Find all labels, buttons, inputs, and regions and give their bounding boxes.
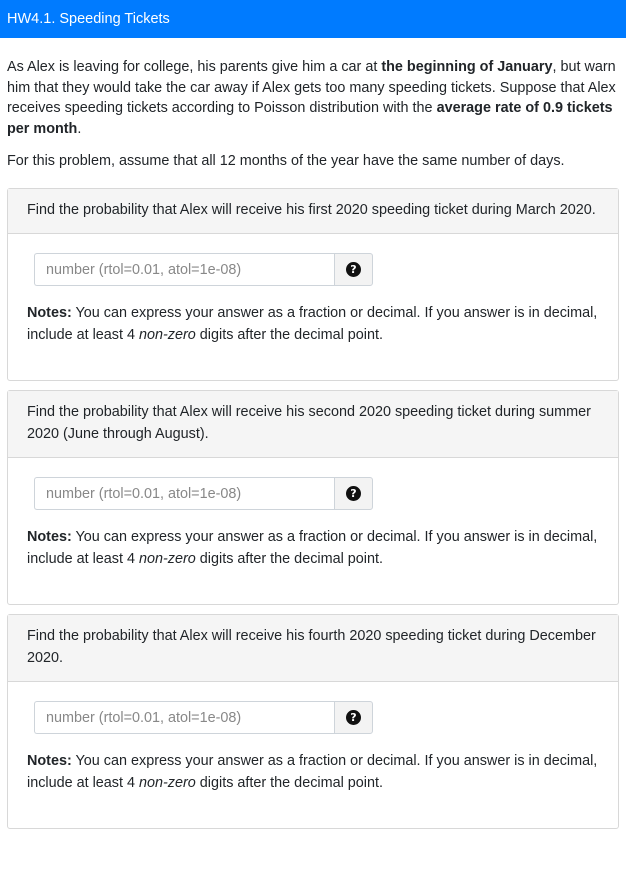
notes-label: Notes:	[27, 753, 72, 769]
answer-notes: Notes: You can express your answer as a …	[27, 751, 599, 794]
notes-label: Notes:	[27, 305, 72, 321]
answer-input-group: ?	[34, 477, 373, 510]
question-circle-icon: ?	[346, 710, 361, 725]
answer-input[interactable]	[34, 701, 334, 734]
intro-text: .	[77, 120, 82, 137]
question-circle-icon: ?	[346, 486, 361, 501]
problem-intro: As Alex is leaving for college, his pare…	[0, 38, 626, 172]
help-button[interactable]: ?	[334, 701, 373, 734]
question-prompt: Find the probability that Alex will rece…	[8, 391, 618, 458]
page-title: HW4.1. Speeding Tickets	[7, 11, 170, 27]
notes-emphasis: non-zero	[139, 550, 196, 567]
answer-input[interactable]	[34, 253, 334, 286]
assumption-paragraph: For this problem, assume that all 12 mon…	[7, 153, 565, 169]
intro-paragraph: As Alex is leaving for college, his pare…	[7, 57, 619, 139]
question-body: ? Notes: You can express your answer as …	[8, 458, 618, 604]
question-prompt: Find the probability that Alex will rece…	[8, 615, 618, 682]
notes-text: digits after the decimal point.	[195, 774, 383, 791]
notes-text: digits after the decimal point.	[195, 550, 383, 567]
question-card: Find the probability that Alex will rece…	[7, 187, 619, 381]
question-card: Find the probability that Alex will rece…	[7, 614, 619, 829]
question-body: ? Notes: You can express your answer as …	[8, 682, 618, 828]
help-button[interactable]: ?	[334, 253, 373, 286]
question-prompt: Find the probability that Alex will rece…	[8, 188, 618, 234]
answer-input[interactable]	[34, 477, 334, 510]
question-body: ? Notes: You can express your answer as …	[8, 234, 618, 380]
answer-input-group: ?	[34, 253, 373, 286]
notes-label: Notes:	[27, 529, 72, 545]
question-card: Find the probability that Alex will rece…	[7, 390, 619, 605]
answer-notes: Notes: You can express your answer as a …	[27, 527, 599, 570]
notes-text: digits after the decimal point.	[195, 326, 383, 343]
answer-input-group: ?	[34, 701, 373, 734]
intro-bold-text: the beginning of January	[381, 59, 553, 75]
help-button[interactable]: ?	[334, 477, 373, 510]
notes-emphasis: non-zero	[139, 774, 196, 791]
notes-emphasis: non-zero	[139, 326, 196, 343]
page-header: HW4.1. Speeding Tickets	[0, 0, 626, 38]
intro-text: As Alex is leaving for college, his pare…	[7, 59, 382, 75]
question-circle-icon: ?	[346, 262, 361, 277]
answer-notes: Notes: You can express your answer as a …	[27, 303, 599, 346]
